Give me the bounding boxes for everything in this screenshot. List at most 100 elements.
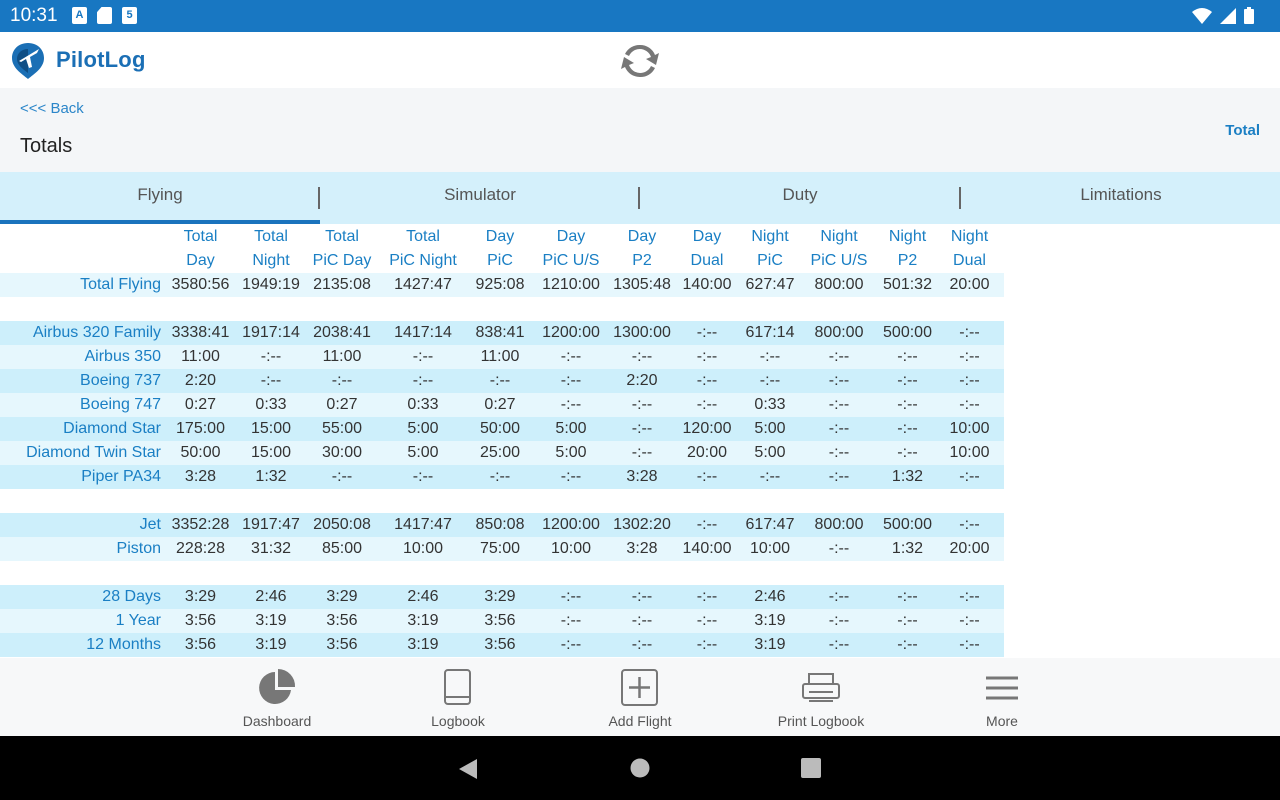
table-cell: -:-- — [672, 393, 742, 417]
table-cell: -:-- — [530, 465, 612, 489]
table-cell: -:-- — [234, 369, 308, 393]
table-cell: -:-- — [880, 345, 935, 369]
column-header: Day PiC — [470, 224, 530, 273]
column-header-line: Night — [950, 228, 989, 245]
table-header-row: Total Day Total Night Total PiC Day Total PiC N… — [0, 224, 1004, 273]
table-cell: 0:33 — [742, 393, 798, 417]
table-cell: 1305:48 — [612, 273, 672, 297]
total-button[interactable]: Total — [1225, 122, 1260, 139]
table-cell: -:-- — [798, 345, 880, 369]
table-cell: 3:19 — [234, 609, 308, 633]
row-label: Piper PA34 — [0, 465, 167, 489]
table-cell: 10:00 — [742, 537, 798, 561]
table-row: Airbus 350 11:00 -:-- 11:00 -:-- 11:00 -:-- -:-… — [0, 345, 1004, 369]
back-triangle-icon[interactable] — [457, 758, 479, 780]
nav-dashboard[interactable]: Dashboard — [217, 658, 337, 736]
table-cell: 3352:28 — [167, 513, 234, 537]
column-header-line: Dual — [690, 252, 724, 269]
nav-label: Dashboard — [242, 713, 312, 729]
table-cell: 3:56 — [470, 609, 530, 633]
table-cell: -:-- — [672, 609, 742, 633]
column-header-line: Total — [325, 228, 359, 245]
bottom-navigation: Dashboard Logbook Add Flight Print Logbo… — [0, 658, 1280, 736]
spacer-row — [0, 297, 1004, 321]
table-cell: 228:28 — [167, 537, 234, 561]
column-header: Night PiC — [742, 224, 798, 273]
sync-icon[interactable] — [620, 41, 660, 81]
tab-flying[interactable]: Flying — [0, 172, 320, 224]
row-label: Airbus 350 — [0, 345, 167, 369]
tab-duty[interactable]: Duty — [640, 172, 960, 224]
wifi-icon — [1192, 7, 1212, 24]
table-cell: -:-- — [612, 585, 672, 609]
totals-table-area[interactable]: Total Day Total Night Total PiC Day Total PiC N… — [0, 224, 1280, 658]
table-cell: 3:56 — [470, 633, 530, 657]
table-cell: 1200:00 — [530, 321, 612, 345]
table-row: Piper PA34 3:28 1:32 -:-- -:-- -:-- -:-- 3:28 -:… — [0, 465, 1004, 489]
column-header-line: Day — [692, 228, 722, 245]
table-row: 28 Days 3:29 2:46 3:29 2:46 3:29 -:-- -:-- -:-- 2… — [0, 585, 1004, 609]
table-cell: -:-- — [880, 393, 935, 417]
status-bar: 10:31 A 5 — [0, 0, 1280, 32]
table-cell: 3:28 — [167, 465, 234, 489]
app-bar: PilotLog — [0, 32, 1280, 88]
table-row: Piston 228:28 31:32 85:00 10:00 75:00 10:00 3:2… — [0, 537, 1004, 561]
nav-more[interactable]: More — [942, 658, 1062, 736]
column-header-line: Night — [751, 228, 789, 245]
table-cell: 10:00 — [935, 441, 1004, 465]
column-header-line: Day — [186, 252, 215, 269]
table-cell: 3:19 — [234, 633, 308, 657]
table-cell: 1427:47 — [376, 273, 470, 297]
table-cell: 3:28 — [612, 537, 672, 561]
table-cell: 3:19 — [742, 633, 798, 657]
table-cell: -:-- — [742, 369, 798, 393]
table-cell: 11:00 — [470, 345, 530, 369]
table-cell: 85:00 — [308, 537, 376, 561]
column-header: Day P2 — [612, 224, 672, 273]
tab-limitations[interactable]: Limitations — [961, 172, 1280, 224]
table-cell: 2:20 — [612, 369, 672, 393]
table-cell: -:-- — [530, 633, 612, 657]
table-cell: 2:46 — [376, 585, 470, 609]
table-cell: 3:56 — [308, 633, 376, 657]
nav-label: Add Flight — [608, 713, 672, 729]
pie-chart-icon — [259, 669, 296, 704]
table-cell: -:-- — [798, 441, 880, 465]
table-cell: 1949:19 — [234, 273, 308, 297]
page-header: <<< Back Totals Total — [0, 88, 1280, 172]
column-header-line: Day — [485, 228, 515, 245]
table-cell: -:-- — [798, 633, 880, 657]
column-header-line: Total — [254, 228, 288, 245]
table-cell: -:-- — [798, 369, 880, 393]
table-cell: -:-- — [376, 465, 470, 489]
book-icon — [444, 669, 471, 705]
tab-bar: Flying Simulator Duty Limitations — [0, 172, 1280, 224]
nav-print-logbook[interactable]: Print Logbook — [761, 658, 881, 736]
table-cell: 2050:08 — [308, 513, 376, 537]
system-navigation-bar — [0, 736, 1280, 800]
nav-label: More — [986, 713, 1018, 729]
table-cell: 3:28 — [612, 465, 672, 489]
spacer-cell — [0, 297, 1004, 321]
table-cell: -:-- — [798, 585, 880, 609]
table-cell: 0:27 — [470, 393, 530, 417]
table-cell: 5:00 — [376, 441, 470, 465]
column-header: Night PiC U/S — [798, 224, 880, 273]
table-cell: 617:14 — [742, 321, 798, 345]
page-title: Totals — [20, 135, 73, 157]
back-link[interactable]: <<< Back — [20, 100, 84, 117]
table-cell: 5:00 — [742, 441, 798, 465]
table-cell: 3:29 — [308, 585, 376, 609]
table-cell: 500:00 — [880, 513, 935, 537]
row-label: Boeing 737 — [0, 369, 167, 393]
table-cell: -:-- — [672, 585, 742, 609]
table-cell: 1:32 — [880, 465, 935, 489]
nav-logbook[interactable]: Logbook — [398, 658, 518, 736]
home-circle-icon[interactable] — [630, 758, 650, 778]
spacer-row — [0, 489, 1004, 513]
table-cell: 2135:08 — [308, 273, 376, 297]
nav-add-flight[interactable]: Add Flight — [580, 658, 700, 736]
recents-square-icon[interactable] — [801, 758, 821, 778]
tab-simulator[interactable]: Simulator — [320, 172, 640, 224]
column-header: Total Day — [167, 224, 234, 273]
